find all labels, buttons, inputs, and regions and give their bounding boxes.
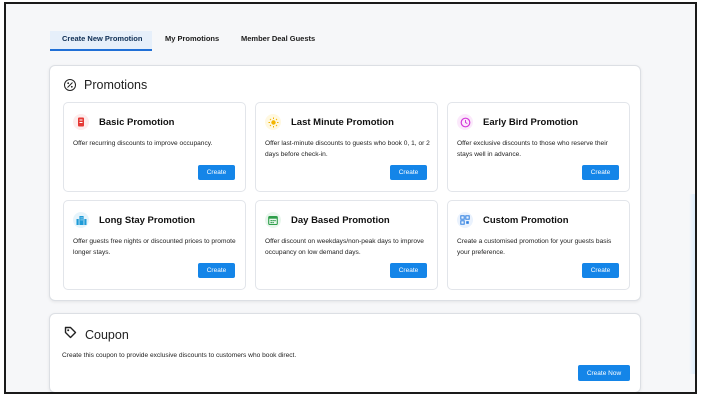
grid-icon [457, 212, 473, 228]
promo-description: Offer recurring discounts to improve occ… [73, 140, 213, 147]
calendar-icon [265, 212, 281, 228]
promo-name: Last Minute Promotion [291, 116, 394, 128]
create-day-based-promotion-button[interactable]: Create [390, 263, 427, 278]
promotions-title: Promotions [84, 78, 148, 92]
building-icon [73, 212, 89, 228]
create-last-minute-promotion-button[interactable]: Create [390, 165, 427, 180]
create-long-stay-promotion-button[interactable]: Create [198, 263, 235, 278]
promo-card-custom: Custom Promotion Create a customised pro… [447, 200, 630, 290]
coupon-section: Coupon Create this coupon to provide exc… [49, 313, 641, 392]
promo-name: Custom Promotion [483, 214, 569, 226]
promo-card-head: Long Stay Promotion [73, 212, 195, 228]
promo-description: Offer discount on weekdays/non-peak days… [265, 238, 424, 256]
promo-card-day-based: Day Based Promotion Offer discount on we… [255, 200, 438, 290]
tab-member-deal-guests[interactable]: Member Deal Guests [228, 31, 328, 51]
tag-icon [73, 114, 89, 130]
create-custom-promotion-button[interactable]: Create [582, 263, 619, 278]
coupon-header: Coupon [64, 326, 129, 344]
promo-card-head: Last Minute Promotion [265, 114, 394, 130]
promo-description: Offer guests free nights or discounted p… [73, 238, 236, 256]
coupon-title: Coupon [85, 328, 129, 342]
create-coupon-button[interactable]: Create Now [578, 365, 630, 381]
promo-card-early-bird: Early Bird Promotion Offer exclusive dis… [447, 102, 630, 192]
promo-card-head: Early Bird Promotion [457, 114, 578, 130]
promo-card-head: Day Based Promotion [265, 212, 390, 228]
promo-card-last-minute: Last Minute Promotion Offer last-minute … [255, 102, 438, 192]
promo-card-long-stay: Long Stay Promotion Offer guests free ni… [63, 200, 246, 290]
edge-glow [689, 194, 695, 374]
promo-card-head: Custom Promotion [457, 212, 569, 228]
promo-name: Day Based Promotion [291, 214, 390, 226]
promo-name: Long Stay Promotion [99, 214, 196, 226]
tab-bar: Create New Promotion My Promotions Membe… [50, 31, 328, 53]
tab-create-new-promotion[interactable]: Create New Promotion [50, 31, 152, 51]
create-basic-promotion-button[interactable]: Create [198, 165, 235, 180]
promo-description: Offer last-minute discounts to guests wh… [265, 140, 430, 158]
promo-card-head: Basic Promotion [73, 114, 175, 130]
tab-my-promotions[interactable]: My Promotions [152, 31, 228, 51]
percent-badge-icon [64, 79, 76, 91]
promo-card-basic: Basic Promotion Offer recurring discount… [63, 102, 246, 192]
promo-description: Create a customised promotion for your g… [457, 238, 612, 256]
promo-name: Basic Promotion [99, 116, 175, 128]
promotions-section: Promotions Basic Promotion Offer recurri… [49, 65, 641, 301]
promo-name: Early Bird Promotion [483, 116, 579, 128]
create-early-bird-promotion-button[interactable]: Create [582, 165, 619, 180]
clock-icon [457, 114, 473, 130]
coupon-description: Create this coupon to provide exclusive … [62, 352, 297, 359]
promo-description: Offer exclusive discounts to those who r… [457, 140, 608, 158]
sun-icon [265, 114, 281, 130]
app-window: Create New Promotion My Promotions Membe… [4, 2, 697, 394]
coupon-tag-icon [64, 326, 77, 344]
promotions-header: Promotions [64, 78, 147, 92]
